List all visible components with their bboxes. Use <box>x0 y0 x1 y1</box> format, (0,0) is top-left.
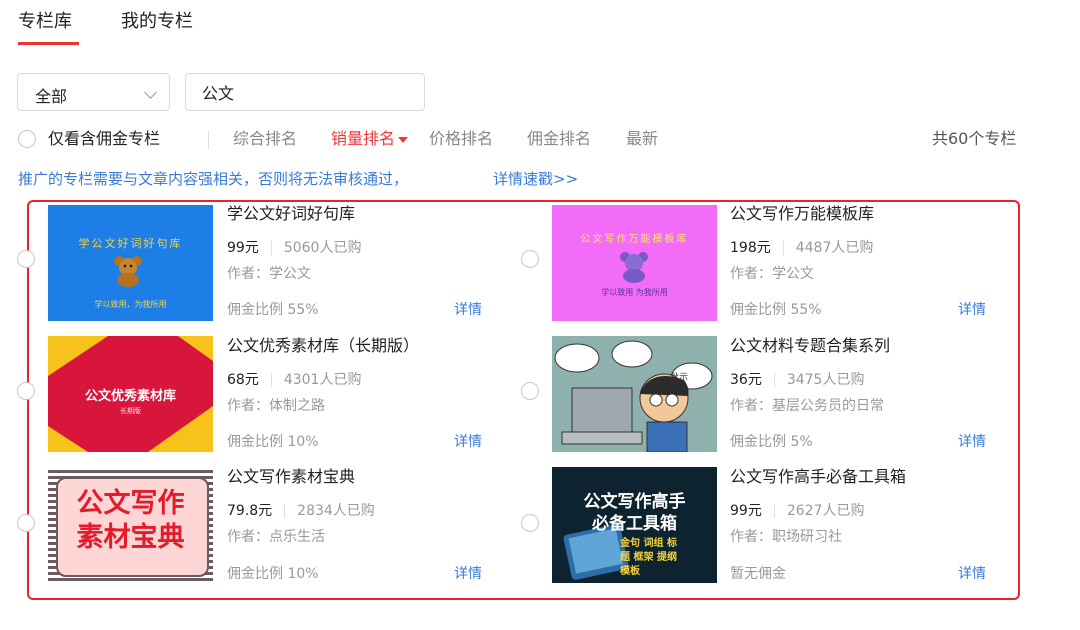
notice-detail-link[interactable]: 详情速戳>> <box>493 168 578 189</box>
commission-rate: 暂无佣金 <box>730 566 786 582</box>
price-row: 36元 3475人已购 <box>730 369 864 389</box>
commission-rate: 佣金比例 55% <box>227 302 319 318</box>
teddy-bear-icon <box>114 256 142 287</box>
item-title[interactable]: 公文优秀素材库（长期版） <box>227 335 419 357</box>
cover-title: 公文优秀素材库 <box>84 389 176 404</box>
item-select-radio[interactable] <box>17 514 35 532</box>
cover-title: 批示 <box>670 373 689 383</box>
cartoon-office-worker-illustration <box>552 336 717 452</box>
sort-commission[interactable]: 佣金排名 <box>527 128 591 150</box>
cover-title: 学公文好词好句库 <box>78 237 183 250</box>
commission-rate: 佣金比例 55% <box>730 302 822 318</box>
sold-count: 2627人已购 <box>786 503 865 519</box>
commission-only-label: 仅看含佣金专栏 <box>48 129 161 148</box>
notice-text: 推广的专栏需要与文章内容强相关，否则将无法审核通过， <box>18 170 409 188</box>
price-row: 79.8元 2834人已购 <box>227 500 375 520</box>
author: 作者：学公文 <box>227 266 311 282</box>
sold-count: 5060人已购 <box>283 240 362 256</box>
price: 36元 <box>730 372 762 388</box>
cover-image: 公文写作万能模板库 学以致用 为我所用 <box>552 205 717 321</box>
price: 198元 <box>730 240 771 256</box>
sold-count: 4487人已购 <box>795 240 874 256</box>
cover-title-line2: 素材宝典 <box>76 522 185 553</box>
chevron-down-icon <box>144 86 157 99</box>
item-select-radio[interactable] <box>17 382 35 400</box>
author: 作者：基层公务员的日常 <box>730 398 884 414</box>
cover-image: 公文写作高手 必备工具箱 金句 词组 标题 框架 提纲 模板 <box>552 467 717 583</box>
price-row: 99元 5060人已购 <box>227 237 361 257</box>
search-input[interactable] <box>185 73 425 111</box>
price: 99元 <box>730 503 762 519</box>
item-select-radio[interactable] <box>17 250 35 268</box>
cover-subtitle: 金句 词组 标题 框架 提纲 模板 <box>620 538 677 577</box>
author: 作者：点乐生活 <box>227 529 325 545</box>
cover-subtitle: 学以致用，为我所用 <box>94 300 167 309</box>
total-count: 共60个专栏 <box>932 129 1017 148</box>
category-select[interactable]: 全部 <box>17 73 170 111</box>
item-select-radio[interactable] <box>521 382 539 400</box>
item-select-radio[interactable] <box>521 514 539 532</box>
author: 作者：学公文 <box>730 266 814 282</box>
commission-rate: 佣金比例 5% <box>730 434 813 450</box>
commission-rate: 佣金比例 10% <box>227 434 319 450</box>
sort-price[interactable]: 价格排名 <box>429 128 493 150</box>
item-title[interactable]: 学公文好词好句库 <box>227 203 355 225</box>
cover-image: 公文优秀素材库 长期版 <box>48 336 213 452</box>
tab-column-library[interactable]: 专栏库 <box>18 10 72 34</box>
price: 68元 <box>227 372 259 388</box>
active-tab-indicator <box>18 42 79 45</box>
commission-only-radio[interactable] <box>18 130 36 148</box>
sold-count: 2834人已购 <box>297 503 375 519</box>
cover-image: 批示 <box>552 336 717 452</box>
author: 作者：体制之路 <box>227 398 325 414</box>
detail-link[interactable]: 详情 <box>454 299 482 319</box>
cover-image: 学公文好词好句库 学以致用，为我所用 <box>48 205 213 321</box>
detail-link[interactable]: 详情 <box>454 431 482 451</box>
cover-subtitle: 学以致用 为我所用 <box>601 288 668 297</box>
cover-image: 公文写作 素材宝典 <box>48 467 213 583</box>
detail-link[interactable]: 详情 <box>958 563 986 583</box>
price: 79.8元 <box>227 503 273 519</box>
item-select-radio[interactable] <box>521 250 539 268</box>
detail-link[interactable]: 详情 <box>958 431 986 451</box>
cover-subtitle: 长期版 <box>120 407 141 415</box>
detail-link[interactable]: 详情 <box>958 299 986 319</box>
price: 99元 <box>227 240 259 256</box>
cover-title-line2: 必备工具箱 <box>592 514 677 534</box>
price-row: 99元 2627人已购 <box>730 500 864 520</box>
commission-rate: 佣金比例 10% <box>227 566 319 582</box>
sold-count: 3475人已购 <box>786 372 865 388</box>
divider <box>208 131 209 149</box>
sort-comprehensive[interactable]: 综合排名 <box>233 128 297 150</box>
item-title[interactable]: 公文写作素材宝典 <box>227 466 355 488</box>
tab-my-columns[interactable]: 我的专栏 <box>121 10 193 34</box>
item-title[interactable]: 公文写作高手必备工具箱 <box>730 466 906 488</box>
sort-sales-label: 销量排名 <box>331 129 396 148</box>
sort-sales[interactable]: 销量排名 <box>331 128 409 150</box>
sold-count: 4301人已购 <box>283 372 362 388</box>
price-row: 198元 4487人已购 <box>730 237 873 257</box>
category-select-value: 全部 <box>35 87 68 106</box>
caret-down-icon <box>398 136 409 143</box>
detail-link[interactable]: 详情 <box>454 563 482 583</box>
price-row: 68元 4301人已购 <box>227 369 361 389</box>
item-title[interactable]: 公文材料专题合集系列 <box>730 335 890 357</box>
cover-title: 公文写作万能模板库 <box>580 234 689 245</box>
cover-title: 公文写作 <box>76 488 185 519</box>
teddy-bear-icon <box>620 252 648 283</box>
item-title[interactable]: 公文写作万能模板库 <box>730 203 874 225</box>
author: 作者：职场研习社 <box>730 529 842 545</box>
sort-newest[interactable]: 最新 <box>626 128 658 150</box>
